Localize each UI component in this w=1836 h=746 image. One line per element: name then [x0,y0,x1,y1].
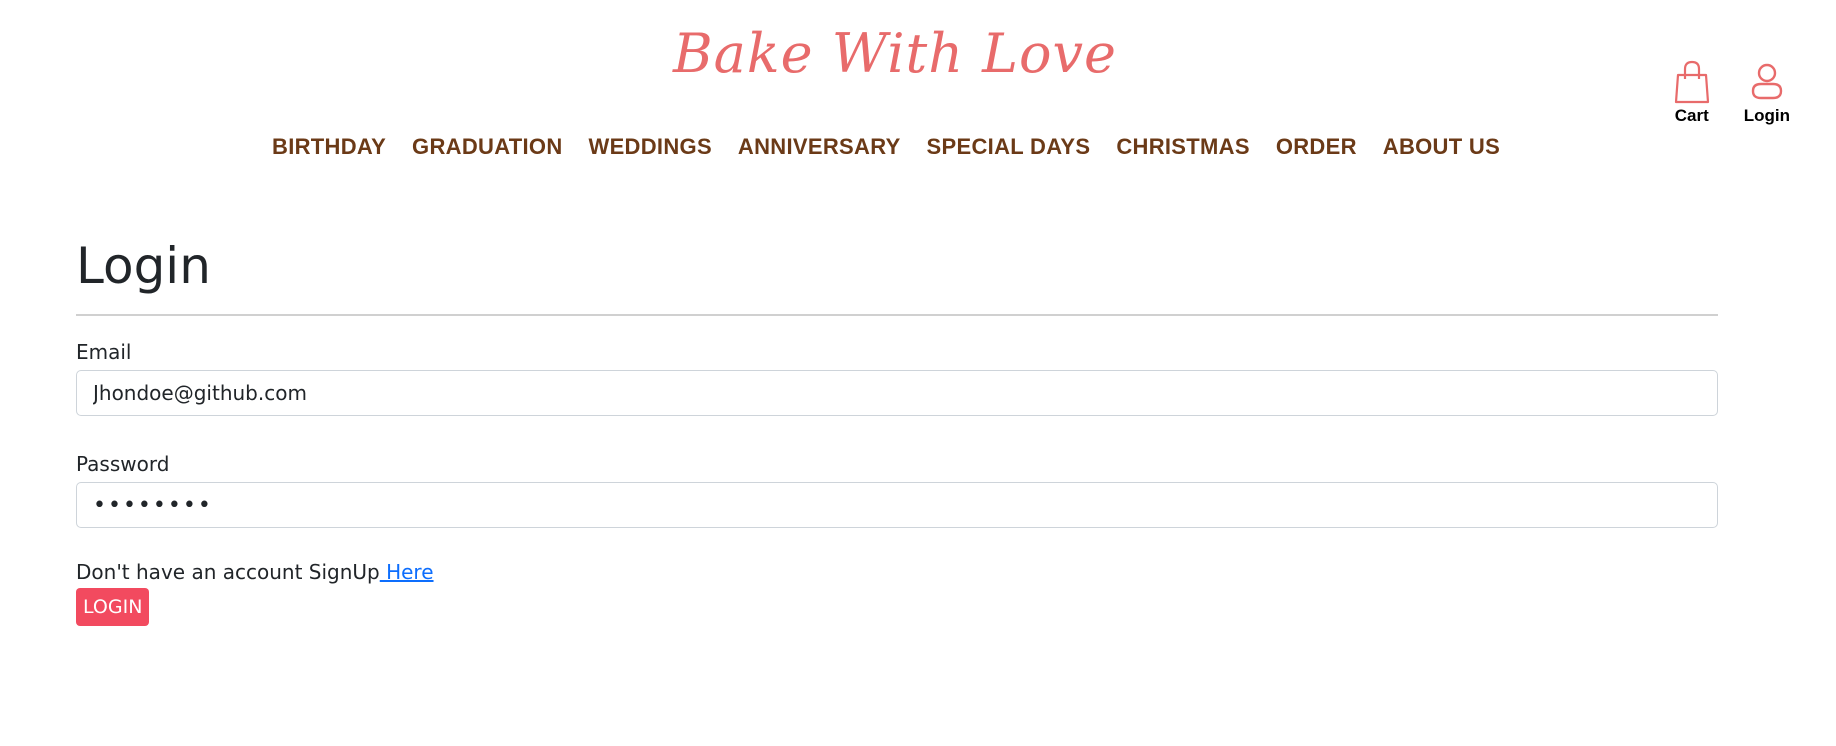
page-title: Login [76,237,211,295]
signup-text: Don't have an account SignUp [76,560,380,584]
shopping-bag-icon [1674,60,1709,104]
email-field[interactable] [76,370,1718,416]
cart-button[interactable]: Cart [1674,60,1710,126]
cart-label: Cart [1674,106,1709,125]
signup-link[interactable]: Here [380,560,433,584]
nav-item-graduation[interactable]: GRADUATION [412,134,562,160]
signup-prompt: Don't have an account SignUp Here [76,560,1718,584]
login-label: Login [1743,106,1790,125]
password-field[interactable] [76,482,1718,528]
password-label: Password [76,452,170,476]
title-divider [76,314,1718,316]
header-actions: Cart Login [1674,60,1790,126]
nav-item-special-days[interactable]: SPECIAL DAYS [927,134,1091,160]
brand-logo[interactable]: Bake With Love [0,22,1790,85]
nav-item-anniversary[interactable]: ANNIVERSARY [738,134,901,160]
login-button[interactable]: Login [1744,60,1790,126]
email-label: Email [76,340,132,364]
nav-item-order[interactable]: ORDER [1276,134,1357,160]
nav-item-about-us[interactable]: ABOUT US [1383,134,1500,160]
login-form: Login Email Password Don't have an accou… [76,236,1718,626]
nav-item-christmas[interactable]: CHRISTMAS [1116,134,1249,160]
nav-item-birthday[interactable]: BIRTHDAY [272,134,386,160]
main-nav: BIRTHDAY GRADUATION WEDDINGS ANNIVERSARY… [272,134,1526,160]
nav-item-weddings[interactable]: WEDDINGS [589,134,712,160]
site-header: Bake With Love BIRTHDAY GRADUATION WEDDI… [0,0,1836,180]
login-submit-button[interactable]: LOGIN [76,588,150,626]
user-icon [1751,63,1783,100]
